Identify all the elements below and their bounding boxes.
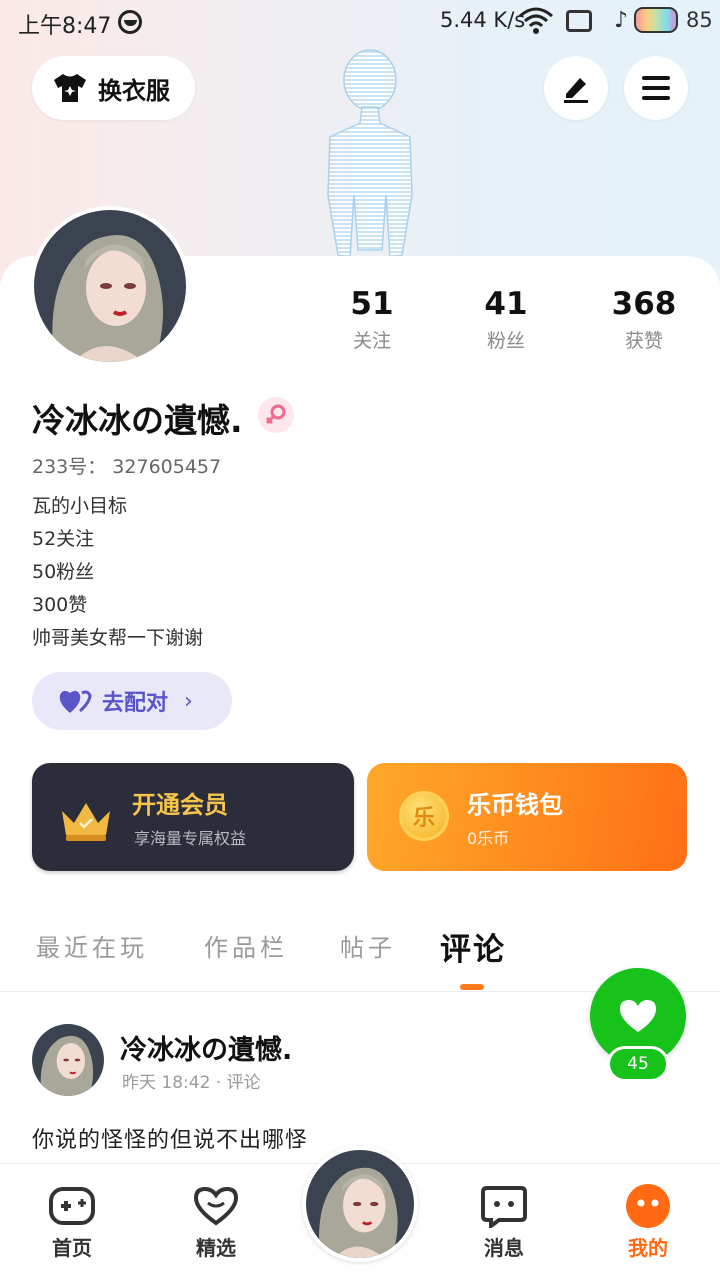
avatar-image bbox=[34, 210, 186, 362]
nav-home-label: 首页 bbox=[52, 1236, 92, 1260]
menu-button[interactable] bbox=[624, 56, 688, 120]
nav-mine-label: 我的 bbox=[628, 1236, 668, 1260]
comment-text: 你说的怪怪的但说不出哪怪 bbox=[32, 1128, 309, 1153]
battery-level: 85 bbox=[686, 8, 713, 32]
profile-bio: 瓦的小目标 52关注 50粉丝 300赞 帅哥美女帮一下谢谢 bbox=[32, 490, 203, 655]
vip-subtitle: 享海量专属权益 bbox=[134, 829, 247, 848]
gamepad-icon bbox=[22, 1182, 122, 1230]
pen-icon bbox=[564, 78, 588, 103]
heart-outline-icon bbox=[166, 1182, 266, 1230]
active-tab-indicator bbox=[460, 984, 484, 990]
bio-line: 瓦的小目标 bbox=[32, 495, 128, 517]
comment-author-avatar[interactable] bbox=[32, 1024, 104, 1096]
heart-icon bbox=[620, 1000, 656, 1032]
go-match-button[interactable]: 去配对 › bbox=[32, 672, 232, 730]
comment-author-name[interactable]: 冷冰冰の遺憾. bbox=[120, 1028, 292, 1067]
comment-meta: 昨天 18:42 · 评论 bbox=[122, 1073, 261, 1093]
chevron-right-icon: › bbox=[184, 688, 193, 714]
center-avatar-button[interactable] bbox=[302, 1146, 418, 1262]
shirt-icon bbox=[54, 74, 86, 102]
go-match-label: 去配对 bbox=[102, 691, 169, 716]
stat-likes[interactable]: 368 获赞 bbox=[584, 286, 704, 353]
female-gender-icon bbox=[258, 397, 294, 433]
screen-cast-icon bbox=[566, 10, 592, 32]
stat-likes-count: 368 bbox=[611, 286, 677, 322]
stat-likes-label: 获赞 bbox=[624, 330, 663, 352]
tab-works[interactable]: 作品栏 bbox=[204, 928, 288, 963]
nav-mine[interactable]: 我的 bbox=[598, 1182, 698, 1261]
profile-user-id: 233号： 327605457 bbox=[32, 456, 222, 478]
stat-followers-count: 41 bbox=[484, 286, 528, 322]
vip-title: 开通会员 bbox=[132, 791, 228, 819]
heart-pair-icon bbox=[59, 690, 92, 713]
nav-featured-label: 精选 bbox=[196, 1236, 236, 1260]
change-outfit-label: 换衣服 bbox=[98, 76, 170, 105]
avatar-figure-silhouette bbox=[327, 49, 413, 258]
profile-stats: 51 关注 41 粉丝 368 获赞 bbox=[300, 286, 720, 366]
bio-line: 52关注 bbox=[32, 528, 95, 550]
profile-username: 冷冰冰の遺憾. bbox=[32, 401, 243, 440]
nav-featured[interactable]: 精选 bbox=[166, 1182, 266, 1261]
like-count-badge: 45 bbox=[607, 1046, 669, 1082]
nav-messages-label: 消息 bbox=[484, 1236, 524, 1260]
profile-face-icon bbox=[598, 1182, 698, 1230]
battery-icon bbox=[634, 7, 678, 33]
stat-following[interactable]: 51 关注 bbox=[312, 286, 432, 353]
notification-icon: ♪ bbox=[614, 8, 629, 33]
tab-posts[interactable]: 帖子 bbox=[340, 928, 396, 963]
status-time: 上午8:47 bbox=[18, 14, 112, 39]
wallet-title: 乐币钱包 bbox=[467, 791, 563, 819]
avatar-image bbox=[32, 1024, 104, 1096]
coin-icon: 乐 bbox=[399, 791, 449, 841]
tab-recently-played[interactable]: 最近在玩 bbox=[36, 928, 148, 963]
bio-line: 帅哥美女帮一下谢谢 bbox=[32, 627, 204, 649]
stat-following-label: 关注 bbox=[352, 330, 391, 352]
stat-followers[interactable]: 41 粉丝 bbox=[446, 286, 566, 353]
wallet-balance: 0乐币 bbox=[467, 829, 510, 848]
avatar-image bbox=[306, 1150, 414, 1258]
profile-avatar[interactable] bbox=[30, 206, 190, 366]
stat-following-count: 51 bbox=[350, 286, 394, 322]
bio-line: 300赞 bbox=[32, 594, 88, 616]
tab-comments[interactable]: 评论 bbox=[440, 924, 506, 969]
edit-profile-button[interactable] bbox=[544, 56, 608, 120]
nav-messages[interactable]: 消息 bbox=[454, 1182, 554, 1261]
bio-line: 50粉丝 bbox=[32, 561, 95, 583]
menu-icon bbox=[642, 76, 670, 100]
change-outfit-button[interactable]: 换衣服 bbox=[32, 56, 195, 120]
crown-icon bbox=[62, 803, 110, 841]
wifi-icon bbox=[519, 7, 553, 34]
status-bar: 上午8:47 5.44 K/s ♪ 85 bbox=[0, 0, 720, 44]
coin-wallet-card[interactable]: 乐 乐币钱包 0乐币 bbox=[367, 763, 687, 871]
nav-home[interactable]: 首页 bbox=[22, 1182, 122, 1261]
status-net-speed: 5.44 K/s bbox=[440, 8, 526, 32]
vip-membership-card[interactable]: 开通会员 享海量专属权益 bbox=[32, 763, 354, 871]
chat-bubble-icon bbox=[454, 1182, 554, 1230]
stat-followers-label: 粉丝 bbox=[486, 330, 525, 352]
app-status-icon bbox=[118, 10, 142, 34]
